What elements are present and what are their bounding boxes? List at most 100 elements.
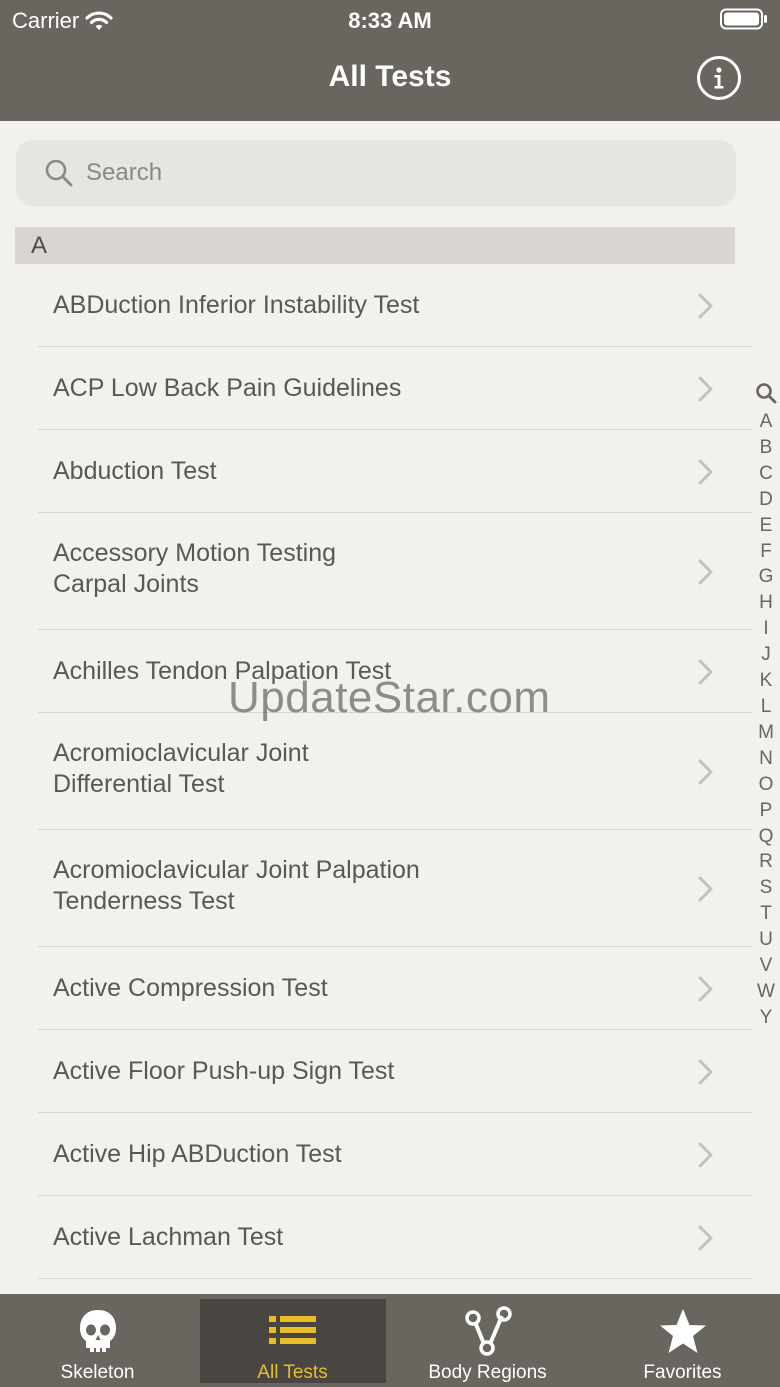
tab-body-regions[interactable]: Body Regions [390, 1294, 585, 1387]
list-item[interactable]: Active Hip ABDuction Test [0, 1113, 752, 1196]
list-item-label-line: Acromioclavicular Joint [53, 739, 309, 767]
list-item-label: Abduction Test [53, 456, 673, 487]
search-bar[interactable] [16, 140, 736, 206]
row-divider [38, 1278, 752, 1279]
index-letter-l[interactable]: L [761, 694, 772, 720]
list-item-label: Active Hip ABDuction Test [53, 1139, 673, 1170]
list-item-label-line: Acromioclavicular Joint Palpation [53, 856, 420, 884]
index-letter-v[interactable]: V [760, 953, 773, 979]
chevron-right-icon [698, 1059, 713, 1084]
index-letter-f[interactable]: F [760, 539, 772, 565]
section-index[interactable]: ABCDEFGHIJKLMNOPQRSTUVWY [752, 382, 780, 1031]
chevron-right-icon [698, 559, 713, 584]
index-letter-y[interactable]: Y [760, 1005, 773, 1031]
info-button[interactable] [697, 56, 741, 100]
list-item-label-line: Differential Test [53, 770, 225, 798]
status-bar: Carrier 8:33 AM [0, 0, 780, 40]
chevron-right-icon [698, 659, 713, 684]
tab-skeleton[interactable]: Skeleton [0, 1294, 195, 1387]
header: Carrier 8:33 AM All Tests [0, 0, 780, 121]
index-letter-m[interactable]: M [758, 720, 774, 746]
list-item[interactable]: ABDuction Inferior Instability Test [0, 264, 752, 347]
index-letter-j[interactable]: J [761, 642, 771, 668]
battery-icon [720, 8, 767, 30]
list-item-label-line: Active Hip ABDuction Test [53, 1140, 342, 1168]
list-item-label-line: Carpal Joints [53, 570, 199, 598]
chevron-right-icon [698, 1142, 713, 1167]
chevron-right-icon [698, 1225, 713, 1250]
list-item[interactable]: ACP Low Back Pain Guidelines [0, 347, 752, 430]
index-letter-h[interactable]: H [759, 590, 773, 616]
list-item-label-line: ACP Low Back Pain Guidelines [53, 374, 402, 402]
list-item[interactable]: Active Compression Test [0, 947, 752, 1030]
nav-bar: All Tests [0, 40, 780, 121]
index-letter-b[interactable]: B [760, 435, 773, 461]
index-letter-u[interactable]: U [759, 927, 773, 953]
chevron-right-icon [698, 459, 713, 484]
list-item-label: Acromioclavicular Joint Differential Test [53, 738, 673, 800]
list-item-label: Active Floor Push-up Sign Test [53, 1056, 673, 1087]
chevron-right-icon [698, 376, 713, 401]
chevron-right-icon [698, 759, 713, 784]
list-item-label-line: Active Lachman Test [53, 1223, 284, 1251]
index-letter-t[interactable]: T [760, 901, 772, 927]
list-item[interactable]: Achilles Tendon Palpation Test [0, 630, 752, 713]
index-letter-i[interactable]: I [763, 616, 768, 642]
list-item[interactable]: Acromioclavicular Joint Differential Test [0, 713, 752, 830]
list-item-label-line: Active Compression Test [53, 974, 328, 1002]
list-item-label: ABDuction Inferior Instability Test [53, 290, 673, 321]
list-item-label: Active Compression Test [53, 973, 673, 1004]
skull-icon [79, 1310, 116, 1352]
test-list: ABDuction Inferior Instability Test ACP L… [0, 264, 752, 1279]
tab-favorites[interactable]: Favorites [585, 1294, 780, 1387]
tab-label: Skeleton [60, 1362, 135, 1383]
list-icon [268, 1316, 316, 1344]
star-icon [659, 1309, 706, 1353]
index-letter-e[interactable]: E [760, 513, 773, 539]
list-item-label-line: Abduction Test [53, 457, 217, 485]
list-item-label: Accessory Motion Testing Carpal Joints [53, 538, 673, 600]
list-item-label-line: Tenderness Test [53, 887, 235, 915]
index-search-icon[interactable] [755, 382, 777, 404]
list-item-label-line: Active Floor Push-up Sign Test [53, 1057, 395, 1085]
body-regions-icon [464, 1306, 512, 1356]
tab-all-tests[interactable]: All Tests [195, 1294, 390, 1387]
list-item-label-line: ABDuction Inferior Instability Test [53, 291, 420, 319]
tab-bar: Skeleton All Tests Body Regions Favorite… [0, 1294, 780, 1387]
list-item-label-line: Accessory Motion Testing [53, 539, 336, 567]
list-item[interactable]: Active Floor Push-up Sign Test [0, 1030, 752, 1113]
index-letter-r[interactable]: R [759, 849, 773, 875]
list-item[interactable]: Abduction Test [0, 430, 752, 513]
index-letter-k[interactable]: K [760, 668, 773, 694]
index-letter-a[interactable]: A [760, 409, 773, 435]
chevron-right-icon [698, 876, 713, 901]
list-item-label: ACP Low Back Pain Guidelines [53, 373, 673, 404]
search-icon [45, 159, 73, 187]
list-item-label-line: Achilles Tendon Palpation Test [53, 657, 392, 685]
tab-label: Body Regions [428, 1362, 547, 1383]
search-input[interactable] [86, 159, 706, 187]
list-item[interactable]: Acromioclavicular Joint Palpation Tendern… [0, 830, 752, 947]
status-time: 8:33 AM [348, 8, 432, 33]
chevron-right-icon [698, 976, 713, 1001]
page-title: All Tests [328, 60, 452, 93]
list-item[interactable]: Active Lachman Test [0, 1196, 752, 1279]
tab-label: All Tests [257, 1362, 328, 1383]
list-item-label: Acromioclavicular Joint Palpation Tendern… [53, 855, 673, 917]
section-header: A [15, 227, 735, 264]
index-letter-s[interactable]: S [760, 875, 773, 901]
index-letter-n[interactable]: N [759, 746, 773, 772]
info-icon [714, 67, 724, 89]
tab-label: Favorites [643, 1362, 722, 1383]
index-letter-o[interactable]: O [759, 772, 774, 798]
index-letter-c[interactable]: C [759, 461, 773, 487]
index-letter-d[interactable]: D [759, 487, 773, 513]
list-item-label: Achilles Tendon Palpation Test [53, 656, 673, 687]
list-item-label: Active Lachman Test [53, 1222, 673, 1253]
list-item[interactable]: Accessory Motion Testing Carpal Joints [0, 513, 752, 630]
index-letter-g[interactable]: G [759, 564, 774, 590]
index-letter-w[interactable]: W [757, 979, 775, 1005]
chevron-right-icon [698, 293, 713, 318]
index-letter-q[interactable]: Q [759, 824, 774, 850]
index-letter-p[interactable]: P [760, 798, 773, 824]
